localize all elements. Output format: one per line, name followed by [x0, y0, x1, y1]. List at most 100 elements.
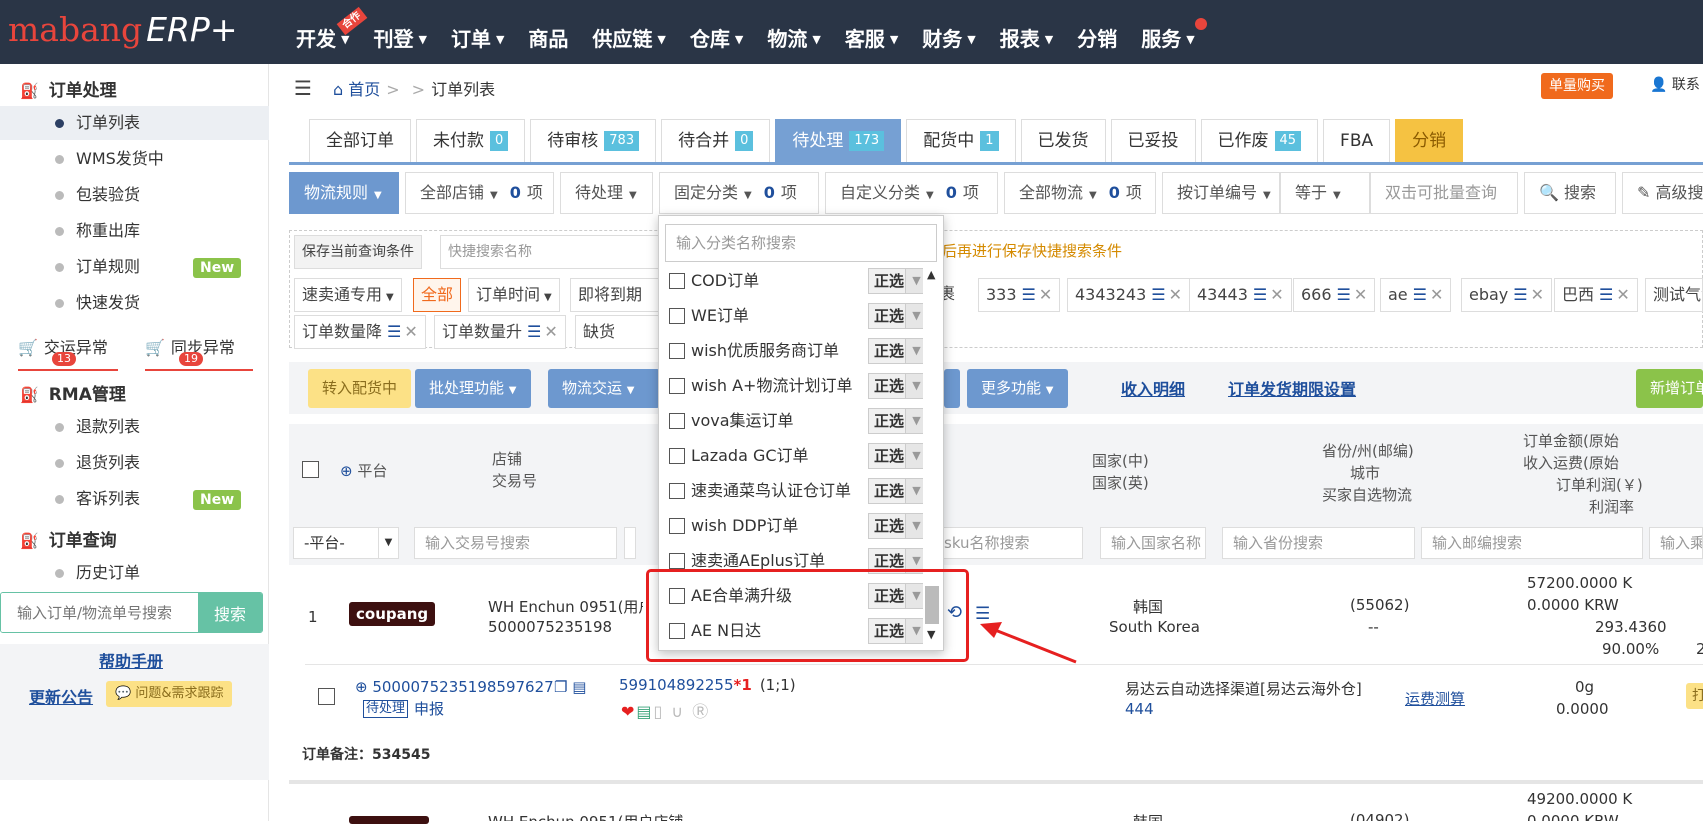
buy-quota-button[interactable]: 单量购买 [1541, 73, 1613, 99]
nav-products[interactable]: 商品 [528, 0, 568, 64]
nav-logistics[interactable]: 物流 ▼ [767, 0, 820, 64]
close-icon[interactable]: ✕ [1354, 285, 1367, 304]
tab-all[interactable]: 全部订单 [309, 119, 411, 162]
match-mode-select[interactable]: 正选 ▼ [868, 303, 923, 329]
logistics-rule-dropdown[interactable]: 物流规则 ▼ [289, 172, 399, 214]
chip-qty-desc[interactable]: 订单数量降 ☰ ✕ [294, 315, 426, 349]
chip-test-bubble[interactable]: 测试气泡 [1645, 278, 1703, 312]
category-option[interactable]: 速卖通菜鸟认证仓订单 正选 ▼ [669, 476, 923, 506]
nav-warehouse[interactable]: 仓库 ▼ [690, 0, 743, 64]
close-icon[interactable]: ✕ [404, 322, 417, 341]
sidebar-section-order-processing[interactable]: ⛽ 订单处理 [20, 76, 117, 101]
print-button[interactable]: 打印 [1686, 683, 1703, 709]
category-option[interactable]: vova集运订单 正选 ▼ [669, 406, 923, 436]
chip-order-time[interactable]: 订单时间 ▼ [468, 278, 560, 312]
ship-exception-link[interactable]: 🛒 交运异常 13 [18, 334, 118, 371]
close-icon[interactable]: ✕ [1531, 285, 1544, 304]
to-allocation-button[interactable]: 转入配货中 [308, 369, 412, 408]
sidebar-item-complaints[interactable]: 客诉列表 New [0, 482, 269, 516]
nav-services[interactable]: 服务 ▼ [1141, 0, 1207, 64]
checkbox[interactable] [669, 483, 685, 499]
nav-supply-chain[interactable]: 供应链 ▼ [592, 0, 665, 64]
match-mode-select[interactable]: 正选 ▼ [868, 338, 923, 364]
category-option[interactable]: wish DDP订单 正选 ▼ [669, 511, 923, 541]
order-search-input[interactable] [1, 593, 199, 632]
fixed-category-filter[interactable]: 固定分类 ▼ 0 项 [659, 172, 819, 214]
custom-category-filter[interactable]: 自定义分类 ▼ 0 项 [825, 172, 998, 214]
row-checkbox[interactable] [318, 688, 335, 705]
category-option[interactable]: WE订单 正选 ▼ [669, 301, 923, 331]
freight-calc-link[interactable]: 运费测算 [1405, 688, 1465, 709]
checkbox[interactable] [669, 378, 685, 394]
checkbox[interactable] [669, 343, 685, 359]
checkbox[interactable] [669, 553, 685, 569]
contact-link[interactable]: 👤 联系 [1650, 74, 1700, 94]
freight-search-input[interactable]: 输入乘 [1649, 527, 1703, 559]
status-filter[interactable]: 待处理 ▼ [560, 172, 653, 214]
save-query-button[interactable]: 保存当前查询条件 [294, 235, 422, 269]
sidebar-item-order-list[interactable]: 订单列表 [0, 106, 269, 140]
close-icon[interactable]: ✕ [1270, 285, 1283, 304]
tab-unpaid[interactable]: 未付款 0 [416, 119, 526, 162]
sidebar-section-rma[interactable]: ⛽ RMA管理 [20, 380, 126, 405]
shop-filter[interactable]: 全部店铺 ▼ 0 项 [405, 172, 554, 214]
hidden-action-button[interactable] [944, 369, 960, 408]
zip-search-input[interactable]: 输入邮编搜索 [1421, 527, 1643, 559]
chip-ae[interactable]: ae ☰ ✕ [1380, 278, 1452, 312]
checkbox[interactable] [669, 413, 685, 429]
txn-search-input[interactable]: 输入交易号搜索 [414, 527, 617, 559]
category-option[interactable]: Lazada GC订单 正选 ▼ [669, 441, 923, 471]
tab-distribution[interactable]: 分销 [1395, 119, 1464, 162]
tab-voided[interactable]: 已作废 45 [1200, 119, 1319, 162]
sidebar-item-history[interactable]: 历史订单 [0, 556, 269, 590]
batch-query-input[interactable]: 双击可批量查询 [1370, 172, 1518, 214]
tab-pending-review[interactable]: 待审核 783 [530, 119, 657, 162]
close-icon[interactable]: ✕ [1616, 285, 1629, 304]
ship-deadline-link[interactable]: 订单发货期限设置 [1228, 376, 1356, 400]
sidebar-item-quick-ship[interactable]: 快速发货 [0, 286, 269, 320]
tab-delivered[interactable]: 已妥投 [1110, 119, 1196, 162]
sidebar-search-button[interactable]: 搜索 [198, 593, 262, 632]
sidebar-item-returns[interactable]: 退货列表 [0, 446, 269, 480]
update-notice-link[interactable]: 更新公告 [29, 684, 93, 708]
sidebar-section-order-query[interactable]: ⛽ 订单查询 [20, 526, 117, 551]
category-option[interactable]: wish优质服务商订单 正选 ▼ [669, 336, 923, 366]
category-search-input[interactable]: 输入分类名称搜索 [665, 224, 937, 262]
close-icon[interactable]: ✕ [1430, 285, 1443, 304]
province-search-input[interactable]: 输入省份搜索 [1222, 527, 1415, 559]
chip-due-soon[interactable]: 即将到期 [570, 278, 660, 312]
category-option[interactable]: COD订单 正选 ▼ [669, 266, 923, 296]
match-mode-select[interactable]: 正选 ▼ [868, 443, 923, 469]
menu-toggle-icon[interactable]: ☰ [294, 76, 312, 100]
advanced-search-button[interactable]: ✎ 高级搜 [1622, 172, 1703, 214]
country-search-input[interactable]: 输入国家名称 [1100, 527, 1206, 559]
issue-tracker-button[interactable]: 💬 问题&需求跟踪 [106, 681, 233, 707]
sidebar-item-refunds[interactable]: 退款列表 [0, 410, 269, 444]
sidebar-item-packing[interactable]: 包装验货 [0, 178, 269, 212]
new-order-button[interactable]: 新增订单 [1636, 369, 1703, 408]
brand-logo[interactable]: mabang ERP+ [8, 10, 238, 50]
tab-allocating[interactable]: 配货中 1 [906, 119, 1016, 162]
sku-search-input[interactable]: sku名称搜索 [943, 527, 1083, 559]
tab-fba[interactable]: FBA [1323, 119, 1391, 162]
checkbox[interactable] [669, 448, 685, 464]
search-field-select[interactable]: 按订单编号 ▼ [1162, 172, 1280, 214]
sidebar-item-weighing[interactable]: 称重出库 [0, 214, 269, 248]
platform-header[interactable]: ⊕ 平台 [340, 460, 387, 482]
copy-icon[interactable]: ❐ ▤ [554, 678, 586, 696]
chip-43443[interactable]: 43443 ☰ ✕ [1189, 278, 1292, 312]
help-manual-link[interactable]: 帮助手册 [99, 648, 163, 672]
chip-all[interactable]: 全部 [413, 278, 462, 312]
more-functions-button[interactable]: 更多功能 ▼ [967, 369, 1068, 408]
nav-distribution[interactable]: 分销 [1077, 0, 1117, 64]
txn-number[interactable]: 5000075235198 [488, 618, 612, 636]
tab-pending-process[interactable]: 待处理 173 [775, 119, 902, 162]
chip-out-of-stock[interactable]: 缺货 [575, 315, 660, 349]
tab-pending-merge[interactable]: 待合并 0 [661, 119, 771, 162]
batch-actions-button[interactable]: 批处理功能 ▼ [415, 369, 531, 408]
tab-shipped[interactable]: 已发货 [1020, 119, 1106, 162]
close-icon[interactable]: ✕ [544, 322, 557, 341]
chip-666[interactable]: 666 ☰ ✕ [1293, 278, 1376, 312]
chip-4343243[interactable]: 4343243 ☰ ✕ [1067, 278, 1191, 312]
platform-filter-select[interactable]: -平台- ▼ [293, 527, 399, 559]
